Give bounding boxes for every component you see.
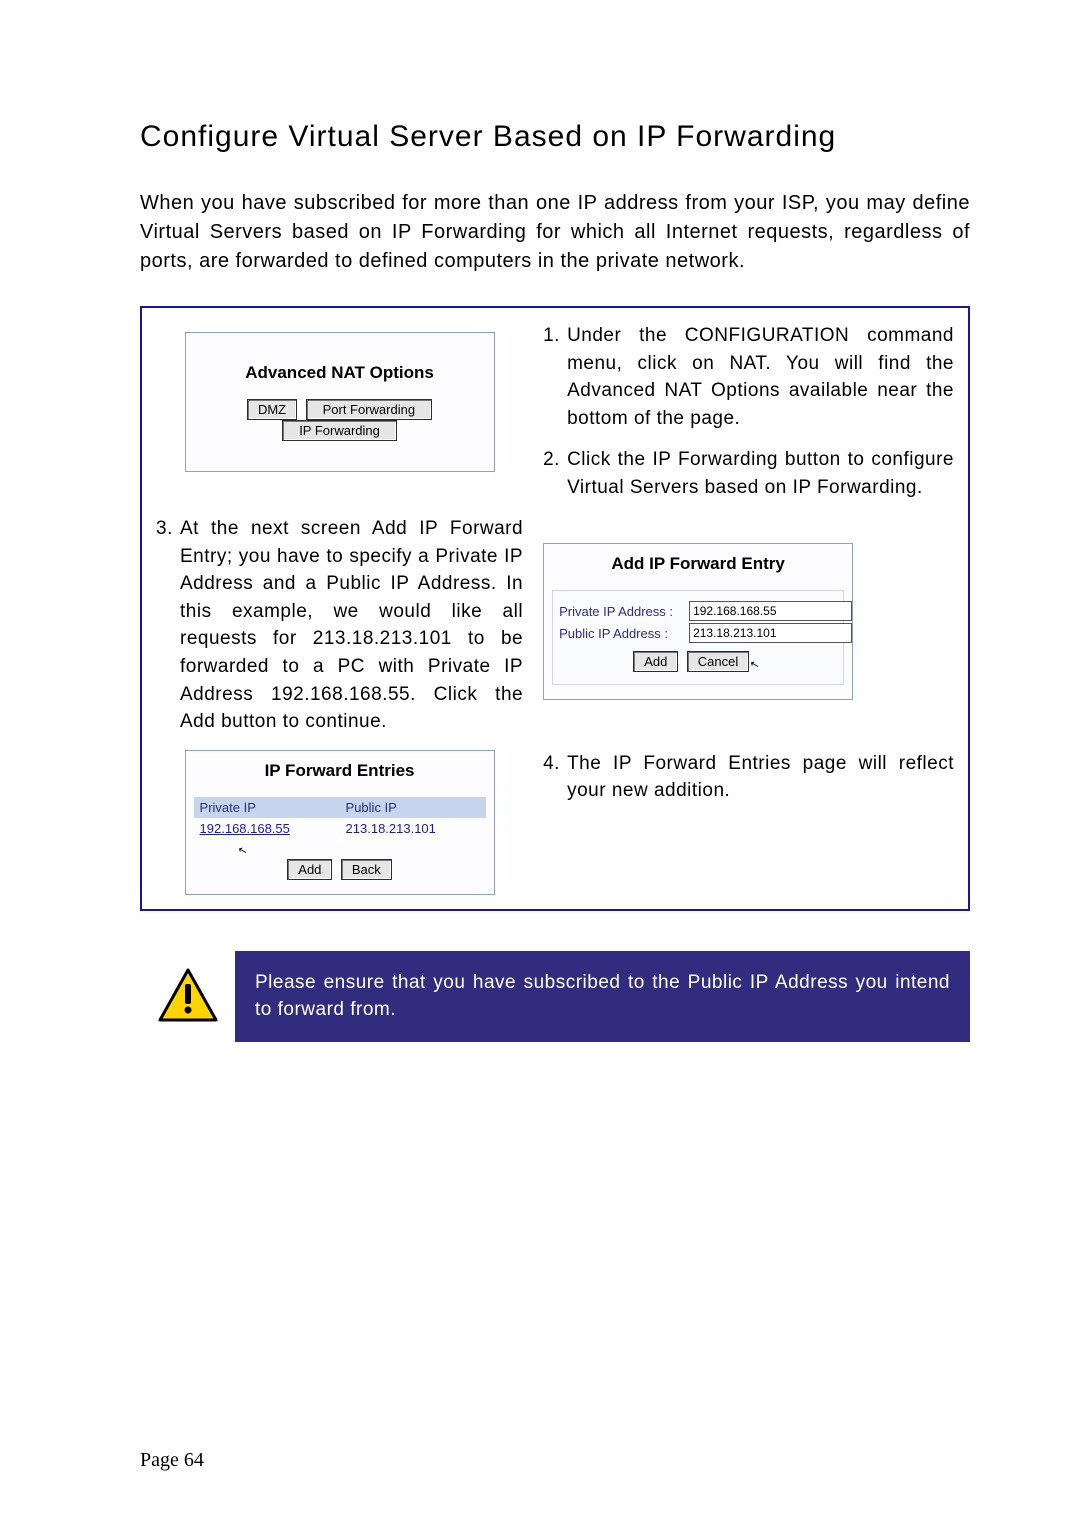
steps-1-2: 1.Under the CONFIGURATION command menu, … [543,322,954,501]
cancel-button[interactable]: Cancel [687,651,749,672]
entries-header-private: Private IP [194,797,340,818]
entries-title: IP Forward Entries [194,761,486,781]
ip-forwarding-button[interactable]: IP Forwarding [282,420,397,441]
steps-frame: Advanced NAT Options DMZ Port Forwarding… [140,306,970,911]
step-3: 3.At the next screen Add IP Forward Entr… [156,515,523,735]
entries-add-button[interactable]: Add [287,859,332,880]
warning-icon [158,968,218,1024]
add-entry-title: Add IP Forward Entry [552,554,844,574]
step-1: 1.Under the CONFIGURATION command menu, … [543,322,954,432]
advanced-nat-options-panel: Advanced NAT Options DMZ Port Forwarding… [185,332,495,472]
step-4: 4.The IP Forward Entries page will refle… [543,750,954,805]
entries-header-public: Public IP [340,797,486,818]
port-forwarding-button[interactable]: Port Forwarding [306,399,432,420]
entries-table: Private IP Public IP 192.168.168.55 213.… [194,797,486,839]
step-2-text: Click the IP Forwarding button to config… [567,449,954,498]
entries-back-button[interactable]: Back [341,859,392,880]
dmz-button[interactable]: DMZ [247,399,297,420]
nat-options-title: Advanced NAT Options [194,363,486,383]
steps-3: 3.At the next screen Add IP Forward Entr… [156,515,523,735]
steps-4: 4.The IP Forward Entries page will refle… [543,750,954,805]
public-ip-input[interactable] [689,623,852,643]
warning-bar: Please ensure that you have subscribed t… [140,951,970,1042]
step-1-text: Under the CONFIGURATION command menu, cl… [567,325,954,429]
step-4-text: The IP Forward Entries page will reflect… [567,753,954,802]
private-ip-input[interactable] [689,601,852,621]
step-3-text: At the next screen Add IP Forward Entry;… [180,518,523,732]
cursor-icon: ↖ [236,843,248,858]
warning-icon-box [140,951,235,1042]
entry-private-ip[interactable]: 192.168.168.55 [194,818,340,839]
add-ip-forward-entry-panel: Add IP Forward Entry Private IP Address … [543,543,853,700]
table-row: 192.168.168.55 213.18.213.101 [194,818,486,839]
page-number: Page 64 [140,1449,204,1472]
intro-paragraph: When you have subscribed for more than o… [140,189,970,276]
ip-forward-entries-panel: IP Forward Entries Private IP Public IP … [185,750,495,895]
public-ip-label: Public IP Address : [559,626,689,641]
page-title: Configure Virtual Server Based on IP For… [140,120,970,154]
entry-public-ip: 213.18.213.101 [340,818,486,839]
cursor-icon: ↖ [748,657,760,672]
add-button[interactable]: Add [633,651,678,672]
step-2: 2.Click the IP Forwarding button to conf… [543,446,954,501]
private-ip-label: Private IP Address : [559,604,689,619]
warning-text: Please ensure that you have subscribed t… [235,951,970,1042]
